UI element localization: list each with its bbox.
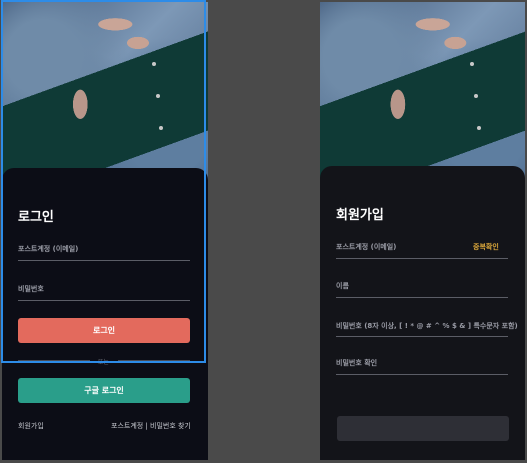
name-field[interactable] — [336, 297, 508, 298]
jacket-button-dot — [474, 94, 478, 98]
login-panel: 로그인 포스트계정 (이메일) 비밀번호 — [2, 168, 208, 460]
email-field[interactable] — [336, 258, 508, 259]
find-account-link[interactable]: 포스트계정 | 비밀번호 찾기 — [111, 421, 191, 431]
divider-line-right — [118, 360, 190, 361]
signup-link[interactable]: 회원가입 — [18, 421, 44, 431]
login-button[interactable]: 로그인 — [18, 318, 190, 343]
password-field[interactable] — [18, 300, 190, 301]
page-title: 회원가입 — [336, 208, 384, 223]
signup-screen: 회원가입 포스트계정 (이메일) 중복확인 이름 비밀번호 (8자 이상, [ … — [320, 2, 525, 460]
email-field-label: 포스트계정 (이메일) — [336, 243, 397, 251]
password-field-label: 비밀번호 (8자 이상, [ ! * @ # ^ % $ & ] 특수문자 포함… — [336, 322, 518, 330]
divider-text: 또는 — [98, 359, 110, 366]
jacket-button-dot — [159, 126, 163, 130]
email-field[interactable] — [18, 260, 190, 261]
name-field-label: 이름 — [336, 282, 349, 290]
jacket-button-dot — [470, 62, 474, 66]
email-field-label: 포스트계정 (이메일) — [18, 245, 79, 253]
google-login-button[interactable]: 구글 로그인 — [18, 378, 190, 403]
duplicate-check-button[interactable]: 중복확인 — [473, 242, 499, 252]
signup-submit-button[interactable] — [337, 416, 509, 441]
hero-image — [2, 2, 208, 188]
jacket-button-dot — [477, 126, 481, 130]
jacket-button-dot — [156, 94, 160, 98]
password-field[interactable] — [336, 336, 508, 337]
password-confirm-field-label: 비밀번호 확인 — [336, 359, 378, 367]
login-screen: 로그인 포스트계정 (이메일) 비밀번호 로그인 또는 구글 로그인 회원가입 … — [2, 2, 208, 460]
password-confirm-field[interactable] — [336, 374, 508, 375]
page-title: 로그인 — [18, 210, 54, 225]
hero-image — [320, 2, 525, 188]
jacket-button-dot — [152, 62, 156, 66]
divider-line-left — [18, 360, 90, 361]
password-field-label: 비밀번호 — [18, 285, 44, 293]
